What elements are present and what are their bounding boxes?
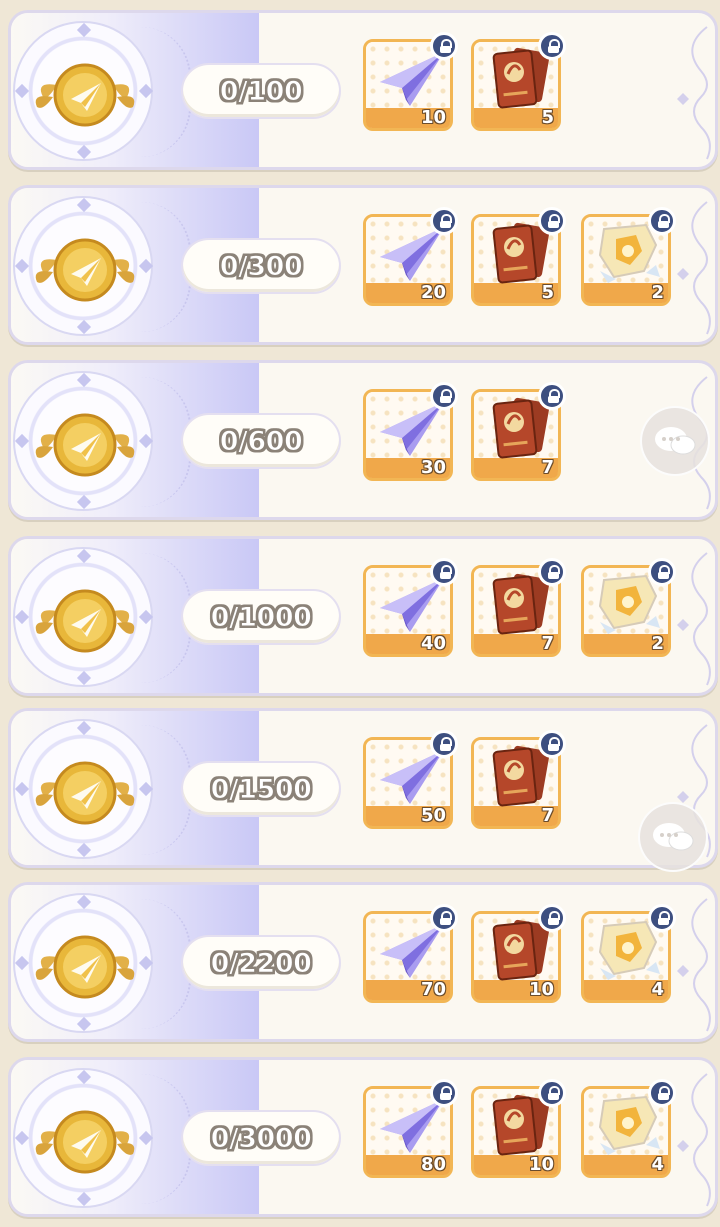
reward-item-paper-plane[interactable]: 50 xyxy=(363,730,458,829)
lock-icon xyxy=(538,32,566,60)
reward-item-red-card-book[interactable]: 7 xyxy=(471,558,566,657)
chat-bubble-icon xyxy=(655,427,696,455)
progress-counter: 0/2200 xyxy=(181,935,341,991)
reward-item-crystal-shard[interactable]: 2 xyxy=(581,207,676,306)
reward-item-red-card-book[interactable]: 7 xyxy=(471,730,566,829)
progress-counter: 0/100 xyxy=(181,63,341,119)
reward-item-crystal-shard[interactable]: 2 xyxy=(581,558,676,657)
milestone-row: 0/3000 80 10 4 xyxy=(8,1057,718,1217)
reward-count: 4 xyxy=(651,979,664,1000)
scroll-ornament-icon xyxy=(671,549,711,689)
scroll-ornament-icon xyxy=(671,23,711,163)
milestone-list: 0/100 10 5 0/300 20 5 2 0/600 30 7 0/1000 40 7 2 0/150… xyxy=(0,0,720,1227)
milestone-medal xyxy=(13,719,154,859)
lock-icon xyxy=(430,32,458,60)
gold-coin-icon xyxy=(35,589,135,653)
reward-item-paper-plane[interactable]: 70 xyxy=(363,904,458,1003)
reward-item-paper-plane[interactable]: 30 xyxy=(363,382,458,481)
reward-item-crystal-shard[interactable]: 4 xyxy=(581,904,676,1003)
reward-item-paper-plane[interactable]: 10 xyxy=(363,32,458,131)
milestone-row: 0/2200 70 10 4 xyxy=(8,882,718,1042)
lock-icon xyxy=(430,207,458,235)
gold-coin-icon xyxy=(35,1110,135,1174)
reward-count: 20 xyxy=(420,282,446,303)
milestone-medal xyxy=(13,371,154,511)
gold-coin-icon xyxy=(35,413,135,477)
lock-icon xyxy=(538,904,566,932)
lock-icon xyxy=(430,382,458,410)
reward-item-crystal-shard[interactable]: 4 xyxy=(581,1079,676,1178)
reward-item-paper-plane[interactable]: 20 xyxy=(363,207,458,306)
gold-coin-icon xyxy=(35,935,135,999)
reward-count: 50 xyxy=(420,805,446,826)
lock-icon xyxy=(538,558,566,586)
lock-icon xyxy=(430,730,458,758)
reward-count: 7 xyxy=(541,805,554,826)
lock-icon xyxy=(538,730,566,758)
gold-coin-icon xyxy=(35,63,135,127)
lock-icon xyxy=(430,904,458,932)
lock-icon xyxy=(538,207,566,235)
chat-bubble-button[interactable] xyxy=(640,406,710,476)
milestone-row: 0/100 10 5 xyxy=(8,10,718,170)
reward-item-paper-plane[interactable]: 40 xyxy=(363,558,458,657)
reward-item-red-card-book[interactable]: 10 xyxy=(471,904,566,1003)
reward-count: 2 xyxy=(651,282,664,303)
reward-count: 70 xyxy=(420,979,446,1000)
reward-count: 7 xyxy=(541,457,554,478)
reward-count: 10 xyxy=(528,1154,554,1175)
lock-icon xyxy=(430,558,458,586)
progress-counter: 0/300 xyxy=(181,238,341,294)
lock-icon xyxy=(538,382,566,410)
progress-counter: 0/1500 xyxy=(181,761,341,817)
milestone-row: 0/1500 50 7 xyxy=(8,708,718,868)
lock-icon xyxy=(430,1079,458,1107)
reward-item-paper-plane[interactable]: 80 xyxy=(363,1079,458,1178)
scroll-ornament-icon xyxy=(671,895,711,1035)
reward-count: 80 xyxy=(420,1154,446,1175)
progress-counter: 0/3000 xyxy=(181,1110,341,1166)
chat-bubble-button[interactable] xyxy=(638,802,708,872)
milestone-row: 0/600 30 7 xyxy=(8,360,718,520)
reward-item-red-card-book[interactable]: 5 xyxy=(471,32,566,131)
reward-count: 30 xyxy=(420,457,446,478)
milestone-medal xyxy=(13,1068,154,1208)
scroll-ornament-icon xyxy=(671,198,711,338)
reward-count: 5 xyxy=(541,107,554,128)
milestone-medal xyxy=(13,547,154,687)
reward-count: 2 xyxy=(651,633,664,654)
progress-counter: 0/600 xyxy=(181,413,341,469)
reward-count: 10 xyxy=(420,107,446,128)
milestone-medal xyxy=(13,893,154,1033)
lock-icon xyxy=(538,1079,566,1107)
scroll-ornament-icon xyxy=(671,1070,711,1210)
reward-item-red-card-book[interactable]: 5 xyxy=(471,207,566,306)
gold-coin-icon xyxy=(35,238,135,302)
gold-coin-icon xyxy=(35,761,135,825)
reward-item-red-card-book[interactable]: 10 xyxy=(471,1079,566,1178)
reward-count: 7 xyxy=(541,633,554,654)
reward-count: 40 xyxy=(420,633,446,654)
milestone-medal xyxy=(13,21,154,161)
reward-item-red-card-book[interactable]: 7 xyxy=(471,382,566,481)
milestone-row: 0/300 20 5 2 xyxy=(8,185,718,345)
reward-count: 5 xyxy=(541,282,554,303)
reward-count: 10 xyxy=(528,979,554,1000)
milestone-medal xyxy=(13,196,154,336)
reward-count: 4 xyxy=(651,1154,664,1175)
chat-bubble-icon xyxy=(653,823,694,851)
milestone-row: 0/1000 40 7 2 xyxy=(8,536,718,696)
progress-counter: 0/1000 xyxy=(181,589,341,645)
